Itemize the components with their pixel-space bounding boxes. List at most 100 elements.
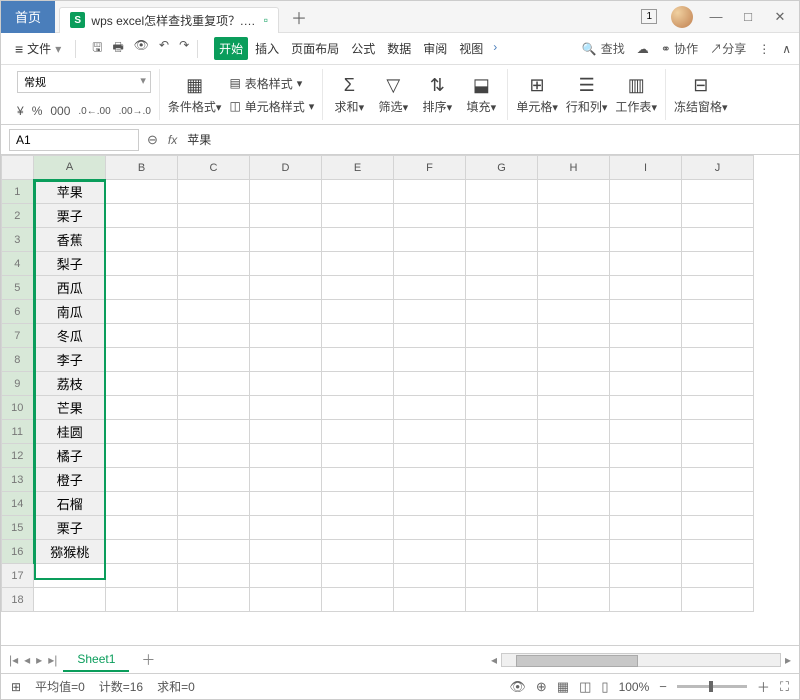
cell-A2[interactable]: 栗子: [34, 204, 106, 228]
tab-view[interactable]: 视图: [454, 37, 488, 60]
scroll-right-icon[interactable]: ▸: [785, 653, 791, 667]
cell-H4[interactable]: [538, 252, 610, 276]
col-header-A[interactable]: A: [34, 156, 106, 180]
formula-input[interactable]: 苹果: [187, 131, 211, 148]
cell-A9[interactable]: 荔枝: [34, 372, 106, 396]
cell-D3[interactable]: [250, 228, 322, 252]
cell-E6[interactable]: [322, 300, 394, 324]
tab-formula[interactable]: 公式: [346, 37, 380, 60]
cell-G3[interactable]: [466, 228, 538, 252]
cell-H15[interactable]: [538, 516, 610, 540]
cell-F14[interactable]: [394, 492, 466, 516]
prev-sheet-icon[interactable]: ◂: [24, 653, 30, 667]
rowcol-button[interactable]: ☰行和列▾: [566, 74, 608, 115]
cell-B5[interactable]: [106, 276, 178, 300]
cell-H5[interactable]: [538, 276, 610, 300]
cell-A18[interactable]: [34, 588, 106, 612]
worksheet-button[interactable]: ▥工作表▾: [615, 74, 657, 115]
cell-G6[interactable]: [466, 300, 538, 324]
file-tab[interactable]: S wps excel怎样查找重复项？.xlsx ▫: [59, 7, 279, 33]
cell-C17[interactable]: [178, 564, 250, 588]
cell-E16[interactable]: [322, 540, 394, 564]
cell-G2[interactable]: [466, 204, 538, 228]
search-button[interactable]: 🔍查找: [582, 40, 625, 57]
grid[interactable]: ABCDEFGHIJ1苹果2栗子3香蕉4梨子5西瓜6南瓜7冬瓜8李子9荔枝10芒…: [1, 155, 799, 645]
tab-data[interactable]: 数据: [382, 37, 416, 60]
cell-F16[interactable]: [394, 540, 466, 564]
cell-I16[interactable]: [610, 540, 682, 564]
cell-D5[interactable]: [250, 276, 322, 300]
save-icon[interactable]: 🖫: [92, 38, 102, 59]
percent-button[interactable]: %: [32, 104, 43, 118]
cell-I4[interactable]: [610, 252, 682, 276]
row-header-3[interactable]: 3: [2, 228, 34, 252]
cell-G16[interactable]: [466, 540, 538, 564]
cell-I11[interactable]: [610, 420, 682, 444]
zoom-out-icon[interactable]: ⊖: [147, 132, 158, 148]
cell-G13[interactable]: [466, 468, 538, 492]
cell-A5[interactable]: 西瓜: [34, 276, 106, 300]
cell-D10[interactable]: [250, 396, 322, 420]
number-format-select[interactable]: 常规: [17, 71, 151, 93]
cell-H2[interactable]: [538, 204, 610, 228]
cell-C2[interactable]: [178, 204, 250, 228]
cell-E14[interactable]: [322, 492, 394, 516]
cell-D8[interactable]: [250, 348, 322, 372]
cell-H18[interactable]: [538, 588, 610, 612]
cell-button[interactable]: ⊞单元格▾: [516, 74, 558, 115]
window-count-badge[interactable]: 1: [641, 9, 657, 24]
cell-D11[interactable]: [250, 420, 322, 444]
cell-E1[interactable]: [322, 180, 394, 204]
cloud-icon[interactable]: ☁: [637, 42, 649, 56]
avatar[interactable]: [671, 6, 693, 28]
cell-A16[interactable]: 猕猴桃: [34, 540, 106, 564]
cell-J4[interactable]: [682, 252, 754, 276]
cell-A17[interactable]: [34, 564, 106, 588]
row-header-9[interactable]: 9: [2, 372, 34, 396]
cond-format-button[interactable]: ▦条件格式▾: [168, 74, 222, 115]
row-header-17[interactable]: 17: [2, 564, 34, 588]
cell-D17[interactable]: [250, 564, 322, 588]
cell-G14[interactable]: [466, 492, 538, 516]
col-header-F[interactable]: F: [394, 156, 466, 180]
cell-B4[interactable]: [106, 252, 178, 276]
cell-J14[interactable]: [682, 492, 754, 516]
cell-A11[interactable]: 桂圆: [34, 420, 106, 444]
scroll-left-icon[interactable]: ◂: [491, 653, 497, 667]
row-header-1[interactable]: 1: [2, 180, 34, 204]
cell-F5[interactable]: [394, 276, 466, 300]
cell-G17[interactable]: [466, 564, 538, 588]
cell-J5[interactable]: [682, 276, 754, 300]
cell-I17[interactable]: [610, 564, 682, 588]
cell-D16[interactable]: [250, 540, 322, 564]
cell-A12[interactable]: 橘子: [34, 444, 106, 468]
sum-button[interactable]: Σ求和▾: [331, 74, 367, 115]
cell-H17[interactable]: [538, 564, 610, 588]
cell-H9[interactable]: [538, 372, 610, 396]
cell-C11[interactable]: [178, 420, 250, 444]
tab-start[interactable]: 开始: [214, 37, 248, 60]
cell-H16[interactable]: [538, 540, 610, 564]
cell-I3[interactable]: [610, 228, 682, 252]
col-header-H[interactable]: H: [538, 156, 610, 180]
cell-C10[interactable]: [178, 396, 250, 420]
cell-J16[interactable]: [682, 540, 754, 564]
col-header-C[interactable]: C: [178, 156, 250, 180]
cell-I5[interactable]: [610, 276, 682, 300]
cell-C16[interactable]: [178, 540, 250, 564]
cell-J1[interactable]: [682, 180, 754, 204]
cell-B2[interactable]: [106, 204, 178, 228]
cell-G7[interactable]: [466, 324, 538, 348]
cell-I14[interactable]: [610, 492, 682, 516]
tab-insert[interactable]: 插入: [250, 37, 284, 60]
next-sheet-icon[interactable]: ▸: [36, 653, 42, 667]
cell-E10[interactable]: [322, 396, 394, 420]
cell-G5[interactable]: [466, 276, 538, 300]
row-header-18[interactable]: 18: [2, 588, 34, 612]
cell-J17[interactable]: [682, 564, 754, 588]
home-tab[interactable]: 首页: [1, 1, 55, 33]
row-header-2[interactable]: 2: [2, 204, 34, 228]
new-tab-button[interactable]: ＋: [285, 3, 313, 31]
cell-D7[interactable]: [250, 324, 322, 348]
cell-A3[interactable]: 香蕉: [34, 228, 106, 252]
